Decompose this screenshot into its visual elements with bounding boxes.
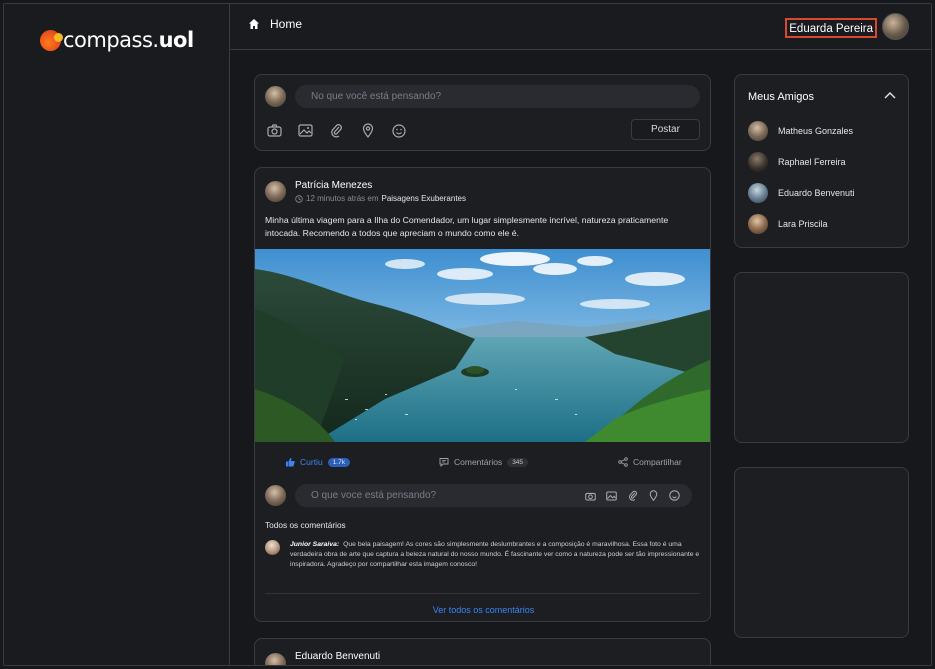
attachment-icon[interactable] <box>625 488 640 503</box>
side-widget-empty <box>734 467 909 638</box>
friend-item[interactable]: Raphael Ferreira <box>748 152 846 172</box>
share-button[interactable]: Compartilhar <box>618 457 682 467</box>
sidebar: compass.uol <box>4 4 230 665</box>
friends-panel: Meus Amigos Matheus Gonzales Raphael Fer… <box>734 74 909 248</box>
commenter-avatar[interactable] <box>265 540 280 555</box>
location-pin-icon[interactable] <box>359 122 376 139</box>
friend-avatar <box>748 183 768 203</box>
location-pin-icon[interactable] <box>646 488 661 503</box>
post-text: Minha última viagem para a Ilha do Comen… <box>265 215 669 238</box>
share-icon <box>618 457 628 467</box>
emoji-icon[interactable] <box>390 122 407 139</box>
post-author-avatar[interactable] <box>265 181 286 202</box>
comment-toolbar <box>583 488 682 503</box>
like-button[interactable]: Curtiu 1.7k <box>285 457 350 467</box>
chevron-up-icon[interactable] <box>884 91 896 99</box>
post-button[interactable]: Postar <box>631 119 700 140</box>
friend-name: Eduardo Benvenuti <box>778 188 855 198</box>
friend-name: Raphael Ferreira <box>778 157 846 167</box>
top-bar: Home Eduarda Pereira <box>230 4 931 50</box>
friend-name: Matheus Gonzales <box>778 126 854 136</box>
post-author-avatar[interactable] <box>265 653 286 665</box>
composer-avatar <box>265 86 286 107</box>
post-author-name[interactable]: Eduardo Benvenuti <box>295 651 380 662</box>
attachment-icon[interactable] <box>328 122 345 139</box>
friend-avatar <box>748 152 768 172</box>
post-time: 12 minutos atrás em <box>306 194 379 203</box>
user-name[interactable]: Eduarda Pereira <box>785 18 877 38</box>
comment-composer-avatar <box>265 485 286 506</box>
comments-button[interactable]: Comentários 345 <box>439 457 529 467</box>
thumbs-up-icon <box>286 458 295 467</box>
comment-item: Junior Saraiva: Que bela paisagem! As cor… <box>290 540 702 570</box>
post-image[interactable] <box>255 249 710 442</box>
friend-item[interactable]: Matheus Gonzales <box>748 121 853 141</box>
app-frame: compass.uol Home Eduarda Pereira No que … <box>3 3 932 666</box>
post-author-name[interactable]: Patrícia Menezes <box>295 180 372 191</box>
view-all-comments-link[interactable]: Ver todos os comentários <box>255 605 710 615</box>
divider <box>265 593 700 594</box>
new-post-input[interactable]: No que você está pensando? <box>295 85 700 108</box>
comments-count-badge: 345 <box>507 457 529 467</box>
like-count-badge: 1.7k <box>327 457 350 467</box>
friends-title: Meus Amigos <box>748 91 815 103</box>
logo-text: compass.uol <box>63 28 194 52</box>
friend-avatar <box>748 214 768 234</box>
clock-icon <box>295 194 303 203</box>
post-meta: 12 minutos atrás em Paisagens Exuberante… <box>295 194 466 203</box>
emoji-icon[interactable] <box>667 488 682 503</box>
all-comments-heading: Todos os comentários <box>265 520 346 530</box>
image-icon[interactable] <box>604 488 619 503</box>
home-label: Home <box>270 17 303 31</box>
post-group-link[interactable]: Paisagens Exuberantes <box>381 194 466 203</box>
comment-text: Que bela paisagem! As cores são simplesm… <box>290 541 700 568</box>
user-avatar[interactable] <box>882 13 909 40</box>
comment-input[interactable]: O que voce está pensando? <box>295 484 692 507</box>
logo-mark-icon <box>40 29 63 51</box>
friend-name: Lara Priscila <box>778 219 828 229</box>
feed-post-next: Eduardo Benvenuti <box>254 638 711 665</box>
friend-item[interactable]: Eduardo Benvenuti <box>748 183 855 203</box>
feed-post: Patrícia Menezes 12 minutos atrás em Pai… <box>254 167 711 622</box>
home-icon <box>249 19 259 29</box>
comment-icon <box>439 458 449 467</box>
post-actions: Curtiu 1.7k Comentários 345 Compartilhar <box>255 454 710 474</box>
comments-label: Comentários <box>454 457 503 467</box>
home-nav-link[interactable]: Home <box>248 17 302 31</box>
like-label: Curtiu <box>300 457 323 467</box>
new-post-card: No que você está pensando? Postar <box>254 74 711 151</box>
friend-item[interactable]: Lara Priscila <box>748 214 828 234</box>
comment-input-placeholder: O que voce está pensando? <box>311 490 437 501</box>
compass-uol-logo[interactable]: compass.uol <box>40 28 194 52</box>
comment-author[interactable]: Junior Saraiva: <box>290 541 339 548</box>
friend-avatar <box>748 121 768 141</box>
image-icon[interactable] <box>297 122 314 139</box>
side-widget-empty <box>734 272 909 443</box>
share-label: Compartilhar <box>633 457 682 467</box>
camera-icon[interactable] <box>266 122 283 139</box>
composer-toolbar <box>266 122 407 139</box>
camera-icon[interactable] <box>583 488 598 503</box>
